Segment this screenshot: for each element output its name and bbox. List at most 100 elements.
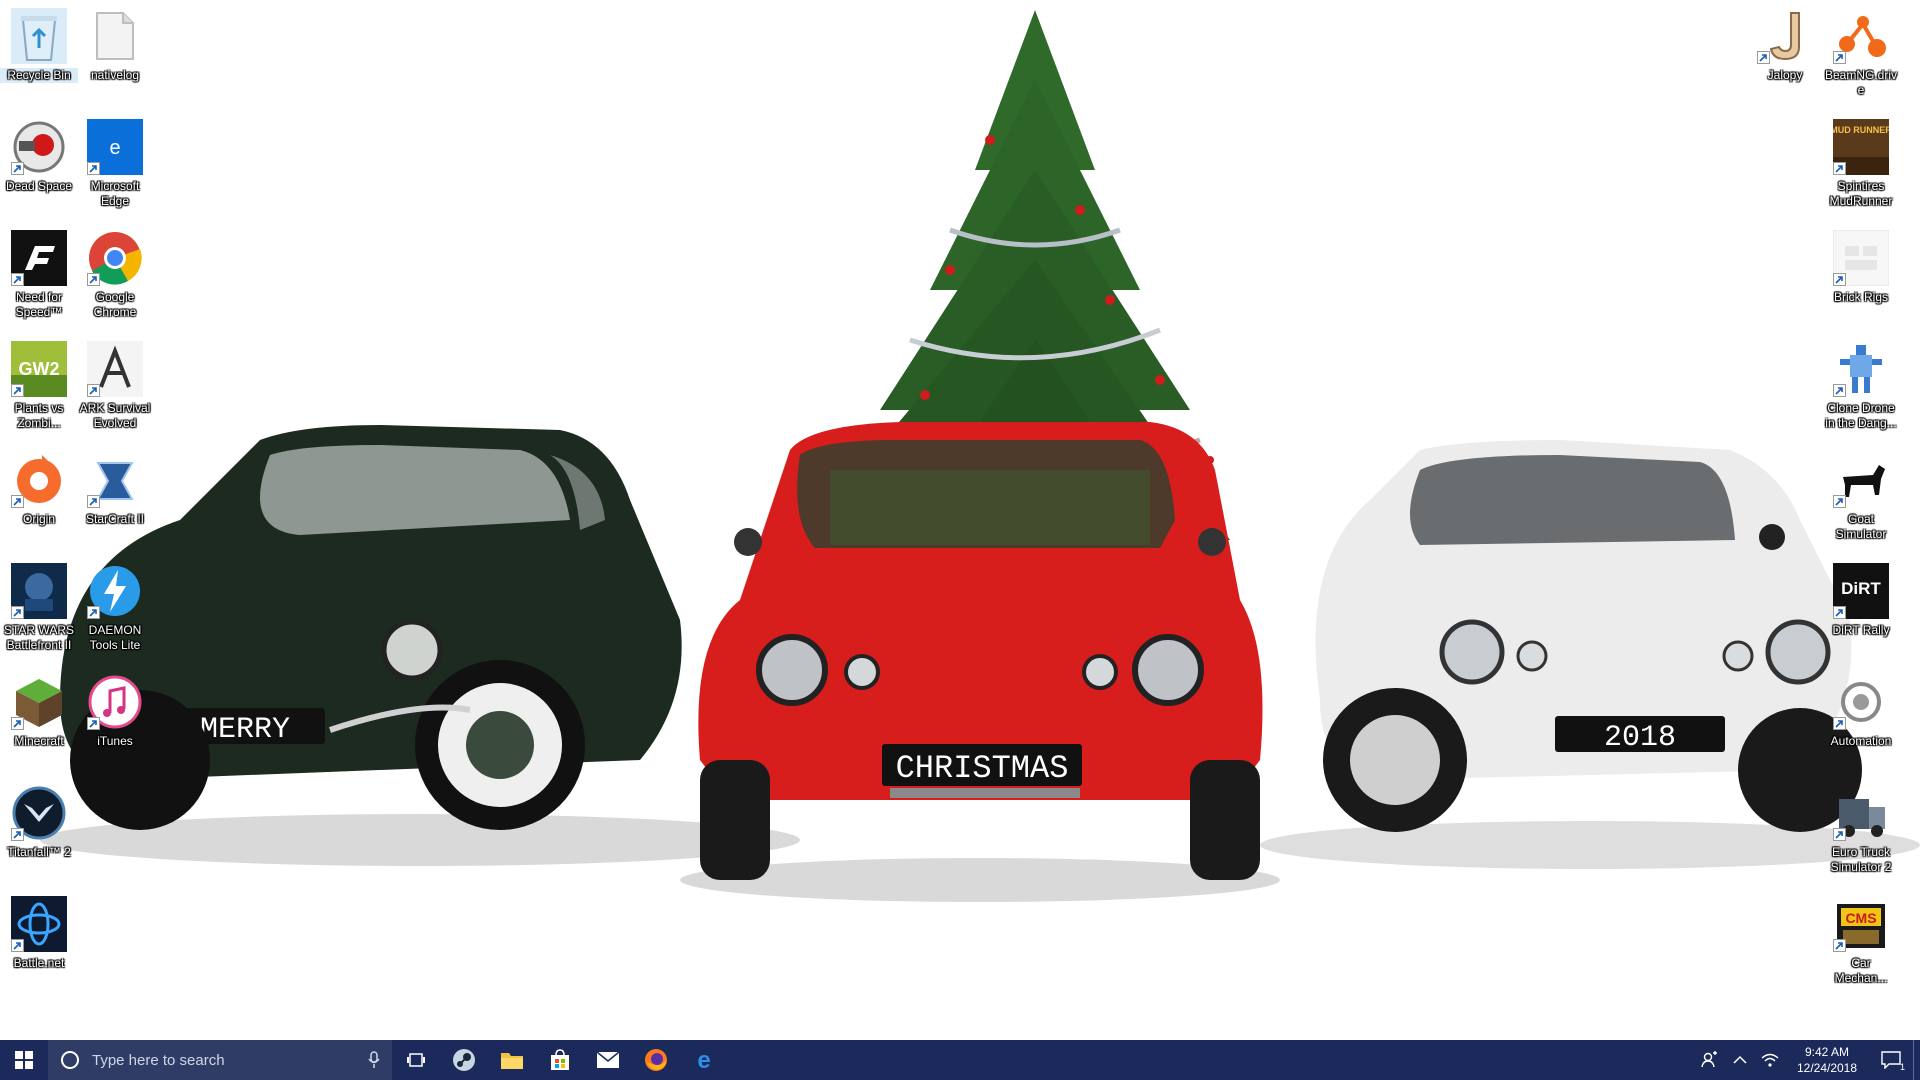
desktop-icon-label: Brick Rigs: [1833, 290, 1888, 304]
windows-logo-icon: [15, 1051, 33, 1069]
desktop-icon-clone-drone[interactable]: Clone Drone in the Dang...: [1822, 335, 1900, 443]
network-button[interactable]: [1755, 1040, 1785, 1080]
chrome-icon: [87, 230, 143, 286]
beamng-icon: [1833, 8, 1889, 64]
desktop-icon-label: nativelog: [90, 68, 140, 82]
shortcut-arrow-icon: [1833, 606, 1846, 619]
desktop-icon-label: iTunes: [97, 734, 133, 748]
microphone-icon[interactable]: [368, 1051, 380, 1069]
desktop-icon-nativelog[interactable]: nativelog: [76, 2, 154, 110]
desktop-icon-battlenet[interactable]: Battle.net: [0, 890, 78, 998]
shortcut-arrow-icon: [1833, 51, 1846, 64]
text-file-icon: [87, 8, 143, 64]
desktop-icon-label: Origin: [22, 512, 55, 526]
desktop-icon-label: Euro Truck Simulator 2: [1830, 845, 1892, 874]
action-center-button[interactable]: 1: [1869, 1040, 1913, 1080]
taskbar-app-firefox[interactable]: [632, 1040, 680, 1080]
taskbar-app-store[interactable]: [536, 1040, 584, 1080]
desktop-icon-itunes[interactable]: iTunes: [76, 668, 154, 776]
starcraft-icon: [87, 452, 143, 508]
shortcut-arrow-icon: [87, 606, 100, 619]
taskbar-app-edge[interactable]: e: [680, 1040, 728, 1080]
desktop-icon-label: Dead Space: [5, 179, 73, 193]
desktop-icon-label: Microsoft Edge: [90, 179, 140, 208]
desktop-icon-ark[interactable]: ARK Survival Evolved: [76, 335, 154, 443]
desktop-icon-mudrunner[interactable]: MUD RUNNER Spintires MudRunner: [1822, 113, 1900, 221]
desktop-icon-titanfall[interactable]: Titanfall™ 2: [0, 779, 78, 887]
mudrunner-badge: MUD RUNNER: [1833, 125, 1889, 135]
show-hidden-icons-button[interactable]: [1725, 1040, 1755, 1080]
desktop-icon-brick-rigs[interactable]: Brick Rigs: [1822, 224, 1900, 332]
need-for-speed-icon: [11, 230, 67, 286]
desktop-icon-recycle-bin[interactable]: Recycle Bin: [0, 2, 78, 110]
taskbar-app-steam[interactable]: [440, 1040, 488, 1080]
task-view-icon: [407, 1053, 425, 1067]
clone-drone-icon: [1833, 341, 1889, 397]
desktop-icon-label: ARK Survival Evolved: [79, 401, 151, 430]
start-button[interactable]: [0, 1040, 48, 1080]
edge-icon: e: [697, 1048, 710, 1072]
desktop-icon-label: Car Mechan...: [1834, 956, 1888, 985]
clock-time: 9:42 AM: [1804, 1045, 1850, 1059]
desktop-icon-label: Need for Speed™: [15, 290, 63, 319]
search-input[interactable]: [90, 1050, 368, 1070]
search-box[interactable]: [48, 1040, 392, 1080]
shortcut-arrow-icon: [1833, 495, 1846, 508]
desktop-icon-dirt-rally[interactable]: DiRT DiRT Rally: [1822, 557, 1900, 665]
desktop-icon-car-mechanic[interactable]: CMS Car Mechan...: [1822, 890, 1900, 998]
desktop-icon-origin[interactable]: Origin: [0, 446, 78, 554]
desktop-icon-automation[interactable]: Automation: [1822, 668, 1900, 776]
shortcut-arrow-icon: [87, 495, 100, 508]
desktop-icon-goat-simulator[interactable]: Goat Simulator: [1822, 446, 1900, 554]
people-button[interactable]: [1695, 1040, 1725, 1080]
system-tray: 9:42 AM 12/24/2018 1: [1695, 1040, 1920, 1080]
minecraft-icon: [11, 674, 67, 730]
cms-badge: CMS: [1845, 910, 1876, 926]
taskbar-app-file-explorer[interactable]: [488, 1040, 536, 1080]
desktop-icon-starcraft[interactable]: StarCraft II: [76, 446, 154, 554]
desktop-icon-plants-vs-zombies[interactable]: GW2 Plants vs Zombi...: [0, 335, 78, 443]
floor-shadow: [680, 858, 1280, 902]
desktop-icon-star-wars[interactable]: STAR WARS Battlefront II: [0, 557, 78, 665]
desktop-icon-beamng[interactable]: BeamNG.drive: [1822, 2, 1900, 110]
desktop-icon-label: Clone Drone in the Dang...: [1825, 401, 1897, 430]
shortcut-arrow-icon: [11, 273, 24, 286]
desktop-icon-label: Jalopy: [1767, 68, 1803, 82]
desktop-icon-jalopy[interactable]: Jalopy: [1746, 2, 1824, 110]
shortcut-arrow-icon: [1833, 162, 1846, 175]
battlenet-icon: [11, 896, 67, 952]
desktop-icon-microsoft-edge[interactable]: e Microsoft Edge: [76, 113, 154, 221]
desktop-icon-dead-space[interactable]: Dead Space: [0, 113, 78, 221]
desktop-icon-label: Plants vs Zombi...: [14, 401, 64, 430]
task-view-button[interactable]: [392, 1040, 440, 1080]
automation-icon: [1833, 674, 1889, 730]
shortcut-arrow-icon: [11, 939, 24, 952]
desktop-icon-euro-truck[interactable]: Euro Truck Simulator 2: [1822, 779, 1900, 887]
desktop-icon-label: DiRT Rally: [1832, 623, 1890, 637]
desktop-icon-daemon-tools[interactable]: DAEMON Tools Lite: [76, 557, 154, 665]
goat-icon: [1833, 452, 1889, 508]
shortcut-arrow-icon: [87, 384, 100, 397]
firefox-icon: [645, 1049, 667, 1071]
desktop-icon-label: BeamNG.drive: [1824, 68, 1898, 97]
show-desktop-button[interactable]: [1913, 1040, 1920, 1080]
mail-icon: [596, 1051, 620, 1068]
steam-icon: [453, 1049, 475, 1071]
desktop-icon-label: Google Chrome: [93, 290, 137, 319]
desktop-icon-label: DAEMON Tools Lite: [88, 623, 142, 652]
taskbar-app-mail[interactable]: [584, 1040, 632, 1080]
itunes-icon: [87, 674, 143, 730]
desktop-icon-label: Spintires MudRunner: [1829, 179, 1893, 208]
chevron-up-icon: [1733, 1055, 1747, 1064]
shortcut-arrow-icon: [1833, 939, 1846, 952]
desktop-icon-label: StarCraft II: [85, 512, 144, 526]
recycle-bin-icon: [11, 8, 67, 64]
desktop-icon-google-chrome[interactable]: Google Chrome: [76, 224, 154, 332]
desktop-icon-need-for-speed[interactable]: Need for Speed™: [0, 224, 78, 332]
desktop-icon-label: Minecraft: [14, 734, 64, 748]
shortcut-arrow-icon: [1757, 51, 1770, 64]
jalopy-icon: [1757, 8, 1813, 64]
clock[interactable]: 9:42 AM 12/24/2018: [1785, 1044, 1869, 1076]
mudrunner-icon: MUD RUNNER: [1833, 119, 1889, 175]
desktop-icon-minecraft[interactable]: Minecraft: [0, 668, 78, 776]
